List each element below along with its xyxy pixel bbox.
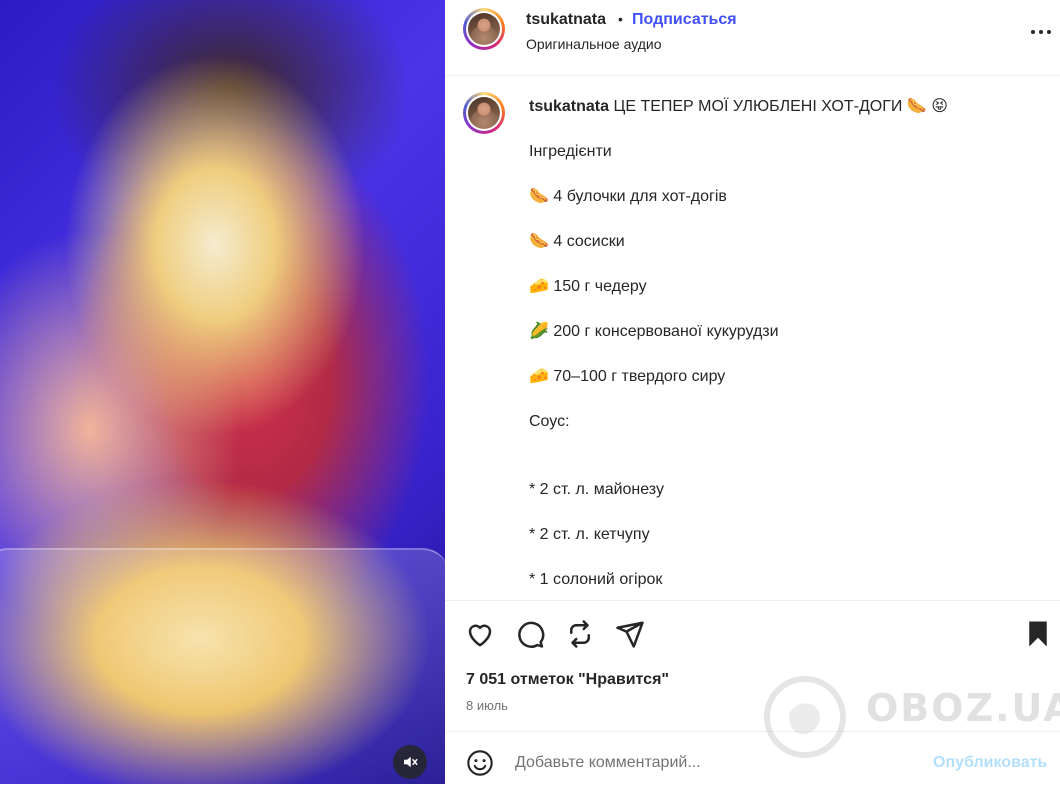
hotdog-emoji-icon: 🌭 xyxy=(529,233,549,250)
ingredient-line: 🌭 4 сосиски xyxy=(529,231,1044,254)
publish-button[interactable]: Опубликовать xyxy=(933,754,1047,772)
corn-emoji-icon: 🌽 xyxy=(529,323,549,340)
ingredient-text: 150 г чедеру xyxy=(553,278,647,295)
avatar[interactable] xyxy=(463,8,505,50)
ingredient-text: 4 булочки для хот-догів xyxy=(553,188,727,205)
ingredient-text: 4 сосиски xyxy=(553,233,625,250)
mute-button[interactable] xyxy=(393,745,427,779)
cheese-emoji-icon: 🧀 xyxy=(529,368,549,385)
separator-dot: • xyxy=(618,11,623,27)
avatar-photo xyxy=(468,13,500,45)
likes-count[interactable]: 7 051 отметок "Нравится" xyxy=(466,671,669,689)
ingredient-line: 🌭 4 булочки для хот-догів xyxy=(529,186,1044,209)
caption-username[interactable]: tsukatnata xyxy=(529,98,609,115)
ingredients-title: Інгредієнти xyxy=(529,143,612,160)
emoji-icon[interactable] xyxy=(466,749,494,777)
caption-headline: tsukatnata ЦЕ ТЕПЕР МОЇ УЛЮБЛЕНІ ХОТ-ДОГ… xyxy=(529,96,1044,119)
ingredient-line: 🌽 200 г консервованої кукурудзи xyxy=(529,321,1044,344)
cheese-emoji-icon: 🧀 xyxy=(529,278,549,295)
comment-icon[interactable] xyxy=(515,619,545,649)
ingredient-line: 🧀 150 г чедеру xyxy=(529,276,1044,299)
avatar-photo xyxy=(468,97,500,129)
repost-icon[interactable] xyxy=(565,619,595,649)
audio-link[interactable]: Оригинальное аудио xyxy=(526,36,662,52)
post-sidebar: tsukatnata • Подписаться Оригинальное ау… xyxy=(445,0,1060,785)
post-header: tsukatnata • Подписаться Оригинальное ау… xyxy=(445,0,1060,76)
hotdog-emoji-icon: 🌭 xyxy=(529,188,549,205)
heart-icon[interactable] xyxy=(465,619,495,649)
comment-input[interactable] xyxy=(515,750,915,776)
baking-dish-visual xyxy=(0,548,445,784)
speaker-muted-icon xyxy=(404,756,418,768)
caption-text: tsukatnata ЦЕ ТЕПЕР МОЇ УЛЮБЛЕНІ ХОТ-ДОГ… xyxy=(529,96,1044,600)
caption-avatar[interactable] xyxy=(463,92,505,134)
sauce-item: * 2 ст. л. майонезу xyxy=(529,480,664,498)
sauce-item: * 1 солоний огірок xyxy=(529,570,663,588)
caption-headline-text: ЦЕ ТЕПЕР МОЇ УЛЮБЛЕНІ ХОТ-ДОГИ 🌭 😝 xyxy=(613,98,948,115)
more-options-icon[interactable] xyxy=(1029,22,1053,42)
post-date[interactable]: 8 июль xyxy=(466,698,508,713)
username-link[interactable]: tsukatnata xyxy=(526,11,606,29)
post-footer: 7 051 отметок "Нравится" 8 июль Опублико… xyxy=(445,600,1060,785)
sauce-list: * 2 ст. л. майонезу * 2 ст. л. кетчупу *… xyxy=(529,456,1044,600)
post-video[interactable] xyxy=(0,0,445,784)
share-icon[interactable] xyxy=(615,619,645,649)
ingredient-text: 200 г консервованої кукурудзи xyxy=(553,323,779,340)
sauce-title: Соус: xyxy=(529,413,570,430)
follow-button[interactable]: Подписаться xyxy=(632,11,737,29)
ingredient-text: 70–100 г твердого сиру xyxy=(553,368,726,385)
bookmark-icon[interactable] xyxy=(1023,619,1053,649)
sauce-item: * 2 ст. л. кетчупу xyxy=(529,525,650,543)
comment-bar: Опубликовать xyxy=(445,731,1060,786)
ingredient-line: 🧀 70–100 г твердого сиру xyxy=(529,366,1044,389)
caption-scroll-area[interactable]: tsukatnata ЦЕ ТЕПЕР МОЇ УЛЮБЛЕНІ ХОТ-ДОГ… xyxy=(445,76,1060,600)
